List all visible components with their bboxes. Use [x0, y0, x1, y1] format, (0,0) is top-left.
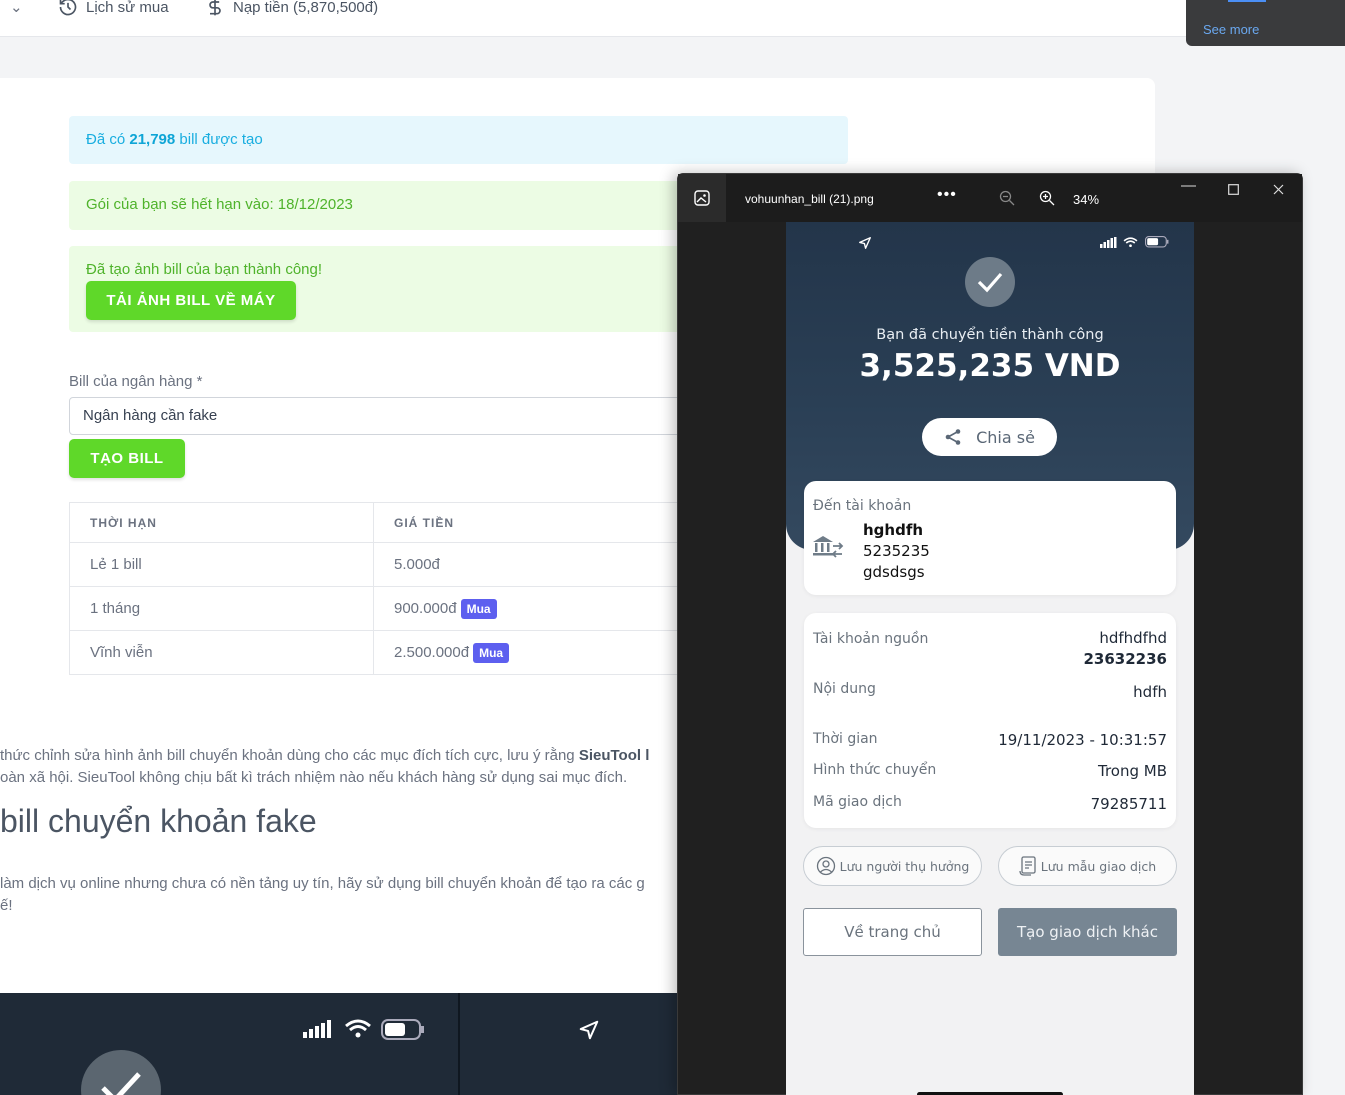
duration-cell: 1 tháng: [69, 586, 374, 631]
receipt-image: Bạn đã chuyển tiền thành công 3,525,235 …: [786, 222, 1194, 1095]
document-icon: [1019, 856, 1036, 876]
txid-value: 79285711: [1090, 795, 1167, 813]
bill-count-suffix: bill được tạo: [175, 131, 263, 148]
preview-divider: [458, 993, 460, 1095]
notification-popup: See more: [1186, 0, 1345, 46]
buy-button[interactable]: Mua: [473, 642, 510, 663]
image-icon: [694, 190, 710, 206]
share-icon: [945, 429, 961, 445]
battery-icon: [1145, 236, 1169, 248]
see-more-link[interactable]: See more: [1203, 22, 1259, 37]
method-value: Trong MB: [1097, 762, 1167, 780]
destination-account-card: Đến tài khoản hghdfh 5235235 gdsdsgs: [804, 481, 1176, 595]
share-button[interactable]: Chia sẻ: [922, 418, 1057, 456]
content-value: hdfh: [1133, 683, 1167, 701]
save-beneficiary-label: Lưu người thụ hưởng: [839, 858, 970, 874]
bill-count-value: 21,798: [129, 131, 176, 148]
bill-count-prefix: Đã có: [86, 131, 130, 148]
new-transaction-button[interactable]: Tạo giao dịch khác: [998, 908, 1177, 956]
description-line-3: làm dịch vụ online nhưng chưa có nền tản…: [0, 875, 645, 892]
wifi-icon: [345, 1019, 371, 1038]
user-icon: [816, 856, 835, 876]
col-duration-header: THỜI HẠN: [69, 502, 374, 543]
to-account-name: hghdfh: [863, 521, 924, 539]
bill-count-alert: Đã có 21,798 bill được tạo: [69, 116, 848, 164]
transfer-success-text: Bạn đã chuyển tiền thành công: [876, 327, 1104, 343]
brand-name: SieuTool l: [578, 747, 650, 764]
history-icon: [59, 0, 77, 16]
description-line-4: ế!: [0, 897, 13, 914]
duration-cell: Lẻ 1 bill: [69, 542, 374, 587]
zoom-in-icon[interactable]: [1039, 190, 1055, 206]
content-label: Nội dung: [813, 681, 876, 697]
save-template-label: Lưu mẫu giao dịch: [1040, 858, 1157, 874]
transaction-details-card: Tài khoản nguồn hdfhdfhd 23632236 Nội du…: [804, 613, 1176, 828]
method-label: Hình thức chuyển: [813, 762, 937, 778]
save-template-button[interactable]: Lưu mẫu giao dịch: [998, 846, 1177, 886]
download-bill-button[interactable]: TẢI ẢNH BILL VỀ MÁY: [86, 281, 296, 320]
close-icon[interactable]: [1273, 184, 1284, 195]
nav-purchase-history[interactable]: Lịch sử mua: [58, 0, 169, 17]
description-text: thức chỉnh sửa hình ảnh bill chuyển khoả…: [0, 747, 579, 764]
viewer-filename: vohuunhan_bill (21).png: [745, 192, 874, 206]
top-navbar: ⌄ Lịch sử mua Nạp tiền (5,870,500đ): [0, 0, 1345, 37]
bill-preview-strip: [0, 993, 677, 1095]
battery-icon: [381, 1019, 424, 1040]
create-bill-button[interactable]: TẠO BILL: [69, 439, 185, 478]
description-line-2: oàn xã hội. SieuTool không chịu bất kì t…: [0, 769, 628, 786]
buy-button[interactable]: Mua: [460, 598, 497, 619]
signal-icon: [303, 1020, 331, 1038]
maximize-icon[interactable]: [1228, 184, 1239, 195]
success-check-icon: [81, 1050, 161, 1095]
more-options-icon[interactable]: •••: [937, 186, 957, 204]
source-account-name: hdfhdfhd: [1099, 629, 1167, 647]
price-value: 2.500.000đ: [394, 643, 470, 661]
dollar-icon: [209, 0, 221, 16]
nav-topup[interactable]: Nạp tiền (5,870,500đ): [205, 0, 378, 17]
gallery-button[interactable]: [678, 174, 726, 222]
to-account-label: Đến tài khoản: [813, 498, 912, 514]
save-beneficiary-button[interactable]: Lưu người thụ hưởng: [803, 846, 982, 886]
time-label: Thời gian: [813, 731, 878, 747]
nav-topup-label: Nạp tiền (5,870,500đ): [233, 0, 379, 16]
status-icons: [1100, 236, 1170, 248]
location-arrow-icon: [579, 1020, 599, 1040]
expiry-text: Gói của bạn sẽ hết hạn vào: 18/12/2023: [86, 196, 353, 213]
price-value: 900.000đ: [394, 599, 457, 617]
home-button[interactable]: Về trang chủ: [803, 908, 982, 956]
nav-history-label: Lịch sử mua: [86, 0, 169, 16]
source-account-label: Tài khoản nguồn: [813, 631, 929, 647]
photo-viewer-window: vohuunhan_bill (21).png ••• 34% — Bạn đã…: [677, 173, 1303, 1095]
bank-transfer-icon: [813, 536, 844, 558]
signal-icon: [1100, 236, 1117, 248]
popup-accent-line: [1228, 0, 1266, 2]
zoom-out-icon[interactable]: [999, 190, 1015, 206]
viewer-titlebar: vohuunhan_bill (21).png ••• 34% —: [678, 174, 1302, 222]
share-label: Chia sẻ: [976, 427, 1035, 447]
section-heading: bill chuyển khoản fake: [0, 803, 317, 839]
description-line-1: thức chỉnh sửa hình ảnh bill chuyển khoả…: [0, 747, 649, 764]
price-value: 5.000đ: [394, 556, 440, 573]
chevron-down-icon[interactable]: ⌄: [10, 0, 23, 16]
txid-label: Mã giao dịch: [813, 794, 902, 810]
minimize-icon[interactable]: —: [1181, 177, 1196, 194]
source-account-number: 23632236: [1083, 650, 1168, 668]
bank-field-label: Bill của ngân hàng *: [69, 373, 203, 390]
time-value: 19/11/2023 - 10:31:57: [998, 731, 1167, 749]
transfer-amount: 3,525,235 VND: [859, 348, 1121, 384]
success-text: Đã tạo ảnh bill của bạn thành công!: [86, 261, 323, 278]
to-account-number: 5235235: [863, 542, 930, 560]
duration-cell: Vĩnh viễn: [69, 630, 374, 675]
to-account-bank: gdsdsgs: [863, 563, 925, 581]
zoom-level: 34%: [1073, 192, 1100, 207]
location-arrow-icon: [859, 237, 871, 249]
success-check-icon: [965, 257, 1015, 307]
wifi-icon: [1123, 236, 1138, 247]
